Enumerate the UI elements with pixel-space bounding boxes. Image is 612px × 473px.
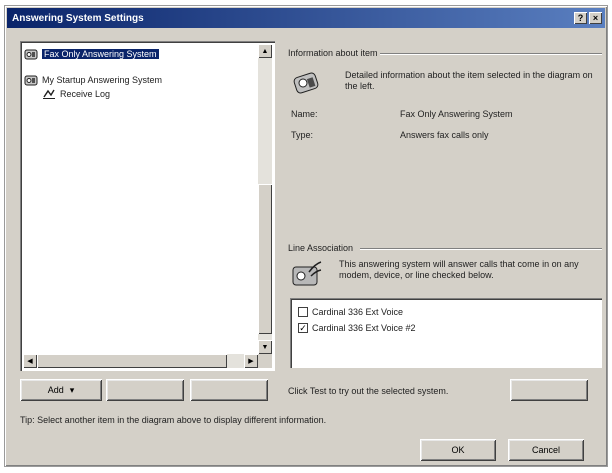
receive-log-icon bbox=[43, 89, 55, 99]
vertical-scroll-thumb[interactable] bbox=[258, 184, 272, 334]
line-association-groove bbox=[360, 248, 602, 250]
help-button[interactable]: ? bbox=[574, 12, 587, 24]
test-button[interactable] bbox=[510, 379, 588, 401]
scroll-left-button[interactable]: ◀ bbox=[23, 354, 37, 368]
line-checkbox-checked[interactable]: ✓ bbox=[298, 323, 308, 333]
info-groove bbox=[380, 53, 602, 55]
vertical-scrollbar[interactable]: ▲ ▼ bbox=[258, 44, 272, 354]
ok-button[interactable]: OK bbox=[420, 439, 496, 461]
type-label: Type: bbox=[291, 130, 314, 140]
window-title: Answering System Settings bbox=[12, 12, 144, 24]
answering-machine-icon bbox=[24, 75, 38, 86]
scroll-down-button[interactable]: ▼ bbox=[258, 340, 272, 354]
answering-machine-icon bbox=[293, 72, 319, 94]
scroll-up-button[interactable]: ▲ bbox=[258, 44, 272, 58]
line-item-ext-voice-2[interactable]: ✓ Cardinal 336 Ext Voice #2 bbox=[298, 323, 416, 333]
system-diagram-tree[interactable]: Fax Only Answering System My Startup Ans… bbox=[20, 41, 275, 371]
line-association-description: This answering system will answer calls … bbox=[339, 259, 579, 280]
tree-item-label: My Startup Answering System bbox=[42, 75, 163, 85]
line-item-ext-voice[interactable]: Cardinal 336 Ext Voice bbox=[298, 307, 403, 317]
line-association-header: Line Association bbox=[288, 243, 354, 253]
tip-text: Tip: Select another item in the diagram … bbox=[20, 415, 327, 425]
info-header: Information about item bbox=[288, 48, 378, 58]
add-button[interactable]: Add ▾ bbox=[20, 379, 102, 401]
name-label: Name: bbox=[291, 109, 318, 119]
answering-machine-icon bbox=[24, 49, 38, 60]
horizontal-scroll-thumb[interactable] bbox=[37, 354, 227, 368]
tree-item-my-startup[interactable]: My Startup Answering System bbox=[24, 74, 162, 86]
chevron-down-icon: ▾ bbox=[69, 384, 75, 395]
line-list[interactable]: Cardinal 336 Ext Voice ✓ Cardinal 336 Ex… bbox=[290, 298, 602, 368]
tree-item-label: Receive Log bbox=[60, 89, 111, 99]
add-button-label: Add bbox=[47, 385, 64, 395]
close-button[interactable]: × bbox=[589, 12, 602, 24]
tree-item-receive-log[interactable]: Receive Log bbox=[42, 88, 110, 100]
title-buttons: ? × bbox=[574, 12, 605, 24]
name-value: Fax Only Answering System bbox=[400, 109, 513, 119]
type-value: Answers fax calls only bbox=[400, 130, 489, 140]
tree-item-fax-only[interactable]: Fax Only Answering System bbox=[24, 48, 159, 60]
cancel-button[interactable]: Cancel bbox=[508, 439, 584, 461]
answering-system-settings-dialog: Answering System Settings ? × Fax Only A… bbox=[4, 5, 608, 467]
scrollbar-corner bbox=[258, 354, 272, 368]
info-description: Detailed information about the item sele… bbox=[345, 70, 593, 91]
title-bar[interactable]: Answering System Settings ? × bbox=[7, 8, 605, 28]
line-checkbox-unchecked[interactable] bbox=[298, 307, 308, 317]
line-label: Cardinal 336 Ext Voice #2 bbox=[312, 323, 416, 333]
tree-item-label: Fax Only Answering System bbox=[42, 49, 159, 59]
horizontal-scrollbar[interactable]: ◀ ▶ bbox=[23, 354, 258, 368]
properties-button[interactable] bbox=[190, 379, 268, 401]
line-label: Cardinal 336 Ext Voice bbox=[312, 307, 404, 317]
scroll-right-button[interactable]: ▶ bbox=[244, 354, 258, 368]
line-association-icon bbox=[292, 261, 322, 286]
remove-button[interactable] bbox=[106, 379, 184, 401]
test-hint: Click Test to try out the selected syste… bbox=[288, 386, 449, 396]
